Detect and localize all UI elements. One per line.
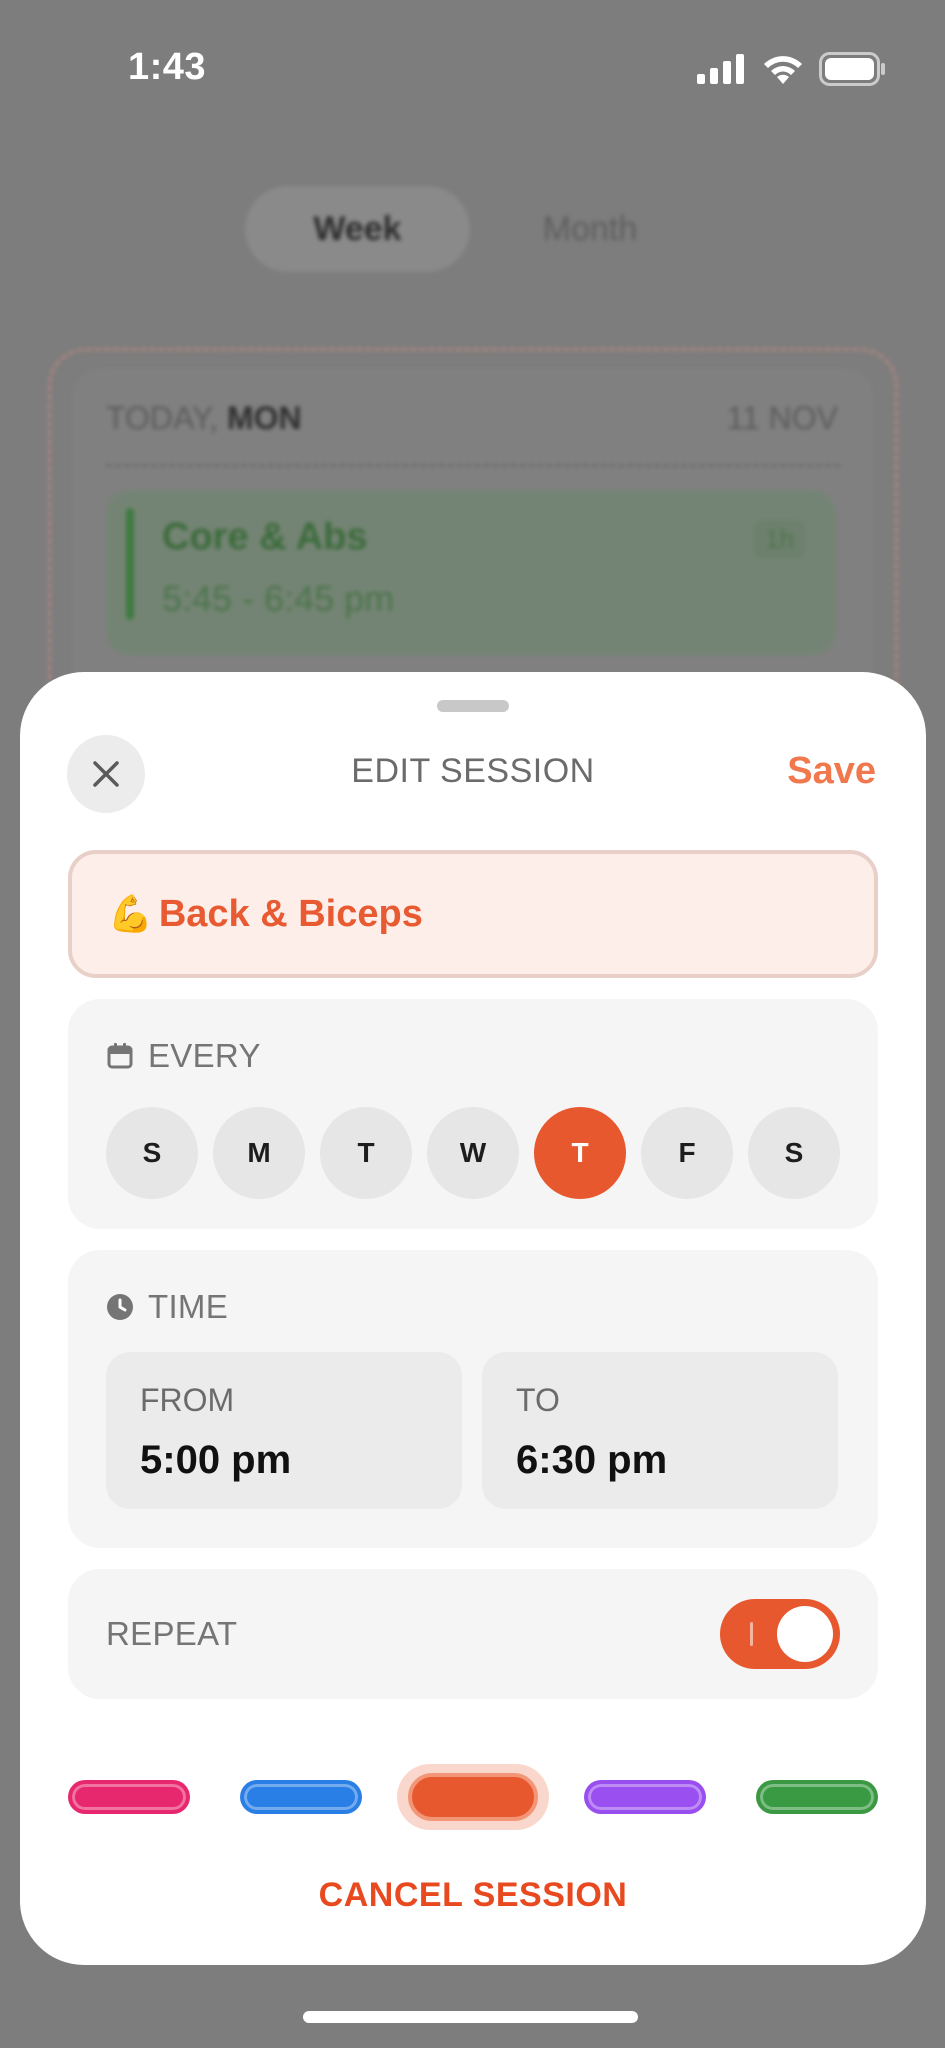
sheet-grabber[interactable]	[437, 700, 509, 712]
save-button[interactable]: Save	[787, 750, 876, 793]
segment-week: Week	[313, 210, 402, 248]
clock-icon	[107, 1294, 133, 1320]
edit-session-sheet: EDIT SESSION Save 💪 Back & Biceps EVERY …	[20, 672, 926, 1965]
from-time-field[interactable]: FROM 5:00 pm	[106, 1352, 462, 1509]
color-swatch-blue[interactable]	[240, 1780, 362, 1814]
weekday-wednesday[interactable]: W	[427, 1107, 519, 1199]
flexed-biceps-icon: 💪	[108, 893, 153, 934]
every-card: EVERY S M T W T F S	[68, 999, 878, 1229]
repeat-toggle[interactable]	[720, 1599, 840, 1669]
session-name-field[interactable]: 💪 Back & Biceps	[68, 850, 878, 978]
event-title: Core & Abs	[162, 516, 368, 558]
event-duration-badge: 1h	[753, 520, 806, 559]
event-color-bar	[126, 508, 134, 620]
color-swatch-orange-fill	[408, 1773, 538, 1821]
background-screen: Week Month TODAY, MON 11 NOV Core & Abs …	[0, 0, 945, 728]
day-date: 11 NOV	[726, 400, 838, 436]
color-swatch-green[interactable]	[756, 1780, 878, 1814]
to-label: TO	[516, 1382, 560, 1418]
session-name-value: Back & Biceps	[158, 892, 423, 935]
day-divider	[106, 464, 840, 467]
from-value: 5:00 pm	[140, 1438, 292, 1482]
weekday-saturday[interactable]: S	[748, 1107, 840, 1199]
from-label: FROM	[140, 1382, 235, 1418]
color-swatch-pink[interactable]	[68, 1780, 190, 1814]
calendar-icon	[107, 1043, 133, 1069]
weekday-thursday[interactable]: T	[534, 1107, 626, 1199]
cancel-session-button[interactable]: CANCEL SESSION	[20, 1876, 926, 1915]
home-indicator[interactable]	[303, 2011, 638, 2023]
to-time-field[interactable]: TO 6:30 pm	[482, 1352, 838, 1509]
repeat-label: REPEAT	[106, 1615, 238, 1652]
segment-month: Month	[542, 210, 638, 248]
view-segmented-control: Week Month	[245, 186, 715, 272]
time-card: TIME FROM 5:00 pm TO 6:30 pm	[68, 1250, 878, 1548]
color-picker	[68, 1764, 878, 1830]
time-label: TIME	[148, 1288, 229, 1325]
color-swatch-purple[interactable]	[584, 1780, 706, 1814]
color-swatch-orange-selected[interactable]	[397, 1764, 549, 1830]
day-label: TODAY, MON	[106, 400, 302, 436]
weekday-sunday[interactable]: S	[106, 1107, 198, 1199]
every-label: EVERY	[148, 1037, 261, 1074]
to-value: 6:30 pm	[516, 1438, 668, 1482]
event-time: 5:45 - 6:45 pm	[162, 578, 395, 619]
toggle-on-mark	[750, 1622, 753, 1646]
repeat-card: REPEAT	[68, 1569, 878, 1699]
time-header: TIME	[106, 1288, 228, 1326]
weekday-monday[interactable]: M	[213, 1107, 305, 1199]
every-header: EVERY	[106, 1037, 261, 1075]
event-card: Core & Abs 5:45 - 6:45 pm 1h	[106, 490, 836, 655]
weekday-friday[interactable]: F	[641, 1107, 733, 1199]
weekday-tuesday[interactable]: T	[320, 1107, 412, 1199]
weekday-picker: S M T W T F S	[106, 1107, 840, 1199]
repeat-header: REPEAT	[106, 1615, 237, 1653]
toggle-knob	[777, 1606, 833, 1662]
